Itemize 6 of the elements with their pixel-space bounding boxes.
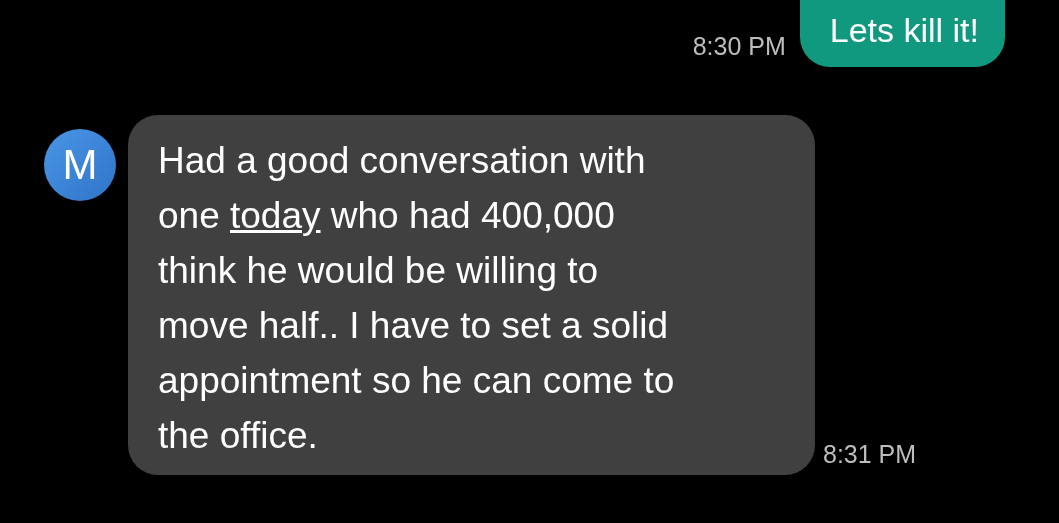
link[interactable]: today xyxy=(230,194,321,236)
timestamp: 8:30 PM xyxy=(692,31,786,61)
message-bubble: Had a good conversation with one today who had 400,000 think he would be willing to move half.. I have to set a solid appointment so he can come to the office. xyxy=(128,114,815,475)
message-bubble: Lets kill it! xyxy=(799,0,1005,67)
timestamp: 8:31 PM xyxy=(823,439,917,469)
avatar[interactable]: M xyxy=(44,128,116,201)
